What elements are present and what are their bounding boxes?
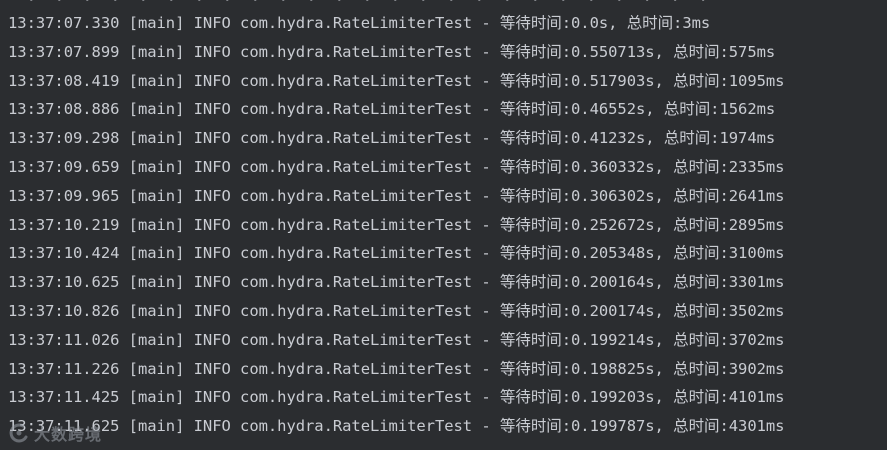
- log-line: 13:37:09.298 [main] INFO com.hydra.RateL…: [8, 129, 776, 148]
- log-line: 13:37:10.219 [main] INFO com.hydra.RateL…: [8, 215, 785, 234]
- cut-off-top-line: · · · · · · · · · · · · · · · · · · · · …: [8, 0, 708, 9]
- log-lines: 13:37:07.330 [main] INFO com.hydra.RateL…: [8, 9, 785, 441]
- brand-logo-icon: [9, 423, 28, 443]
- log-line: 13:37:08.886 [main] INFO com.hydra.RateL…: [8, 100, 776, 119]
- log-line: 13:37:10.625 [main] INFO com.hydra.RateL…: [8, 273, 785, 292]
- log-line: 13:37:11.625 [main] INFO com.hydra.RateL…: [8, 417, 785, 436]
- log-line: 13:37:10.826 [main] INFO com.hydra.RateL…: [8, 301, 785, 320]
- log-line: 13:37:07.330 [main] INFO com.hydra.RateL…: [8, 14, 711, 32]
- log-line: 13:37:07.899 [main] INFO com.hydra.RateL…: [8, 42, 776, 61]
- log-line: 13:37:09.659 [main] INFO com.hydra.RateL…: [8, 157, 785, 176]
- log-line: 13:37:11.226 [main] INFO com.hydra.RateL…: [8, 359, 785, 378]
- log-line: 13:37:08.419 [main] INFO com.hydra.RateL…: [8, 71, 785, 90]
- log-line: 13:37:11.026 [main] INFO com.hydra.RateL…: [8, 330, 785, 349]
- log-line: 13:37:11.425 [main] INFO com.hydra.RateL…: [8, 388, 785, 407]
- watermark: 大数跨境: [8, 420, 102, 446]
- console-output[interactable]: · · · · · · · · · · · · · · · · · · · · …: [0, 0, 887, 450]
- watermark-text: 大数跨境: [34, 425, 103, 444]
- log-line: 13:37:09.965 [main] INFO com.hydra.RateL…: [8, 186, 785, 205]
- log-line: 13:37:10.424 [main] INFO com.hydra.RateL…: [8, 244, 785, 263]
